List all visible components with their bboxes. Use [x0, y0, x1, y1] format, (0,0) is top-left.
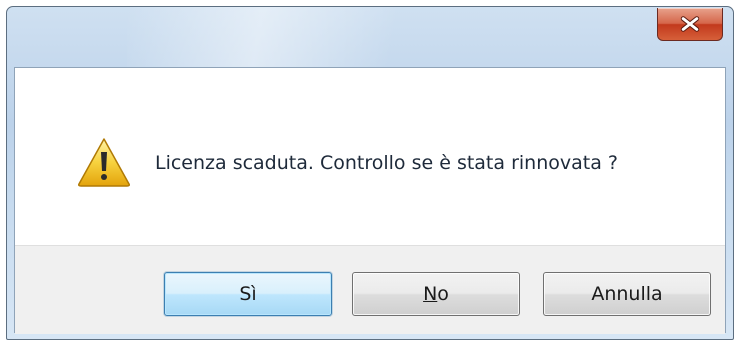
close-icon: [680, 16, 700, 32]
dialog-content: Licenza scaduta. Controllo se è stata ri…: [14, 67, 726, 334]
no-mnemonic: N: [423, 283, 438, 305]
message-area: Licenza scaduta. Controllo se è stata ri…: [15, 68, 725, 245]
yes-button[interactable]: Sì: [164, 272, 332, 316]
no-label-rest: o: [437, 283, 449, 305]
dialog-window: Licenza scaduta. Controllo se è stata ri…: [6, 6, 734, 340]
no-button[interactable]: No: [352, 272, 520, 316]
close-button[interactable]: [657, 8, 723, 41]
warning-icon: [78, 138, 130, 187]
titlebar[interactable]: [7, 7, 733, 68]
cancel-button[interactable]: Annulla: [543, 272, 711, 316]
button-bar: Sì No Annulla: [15, 245, 725, 334]
message-text: Licenza scaduta. Controllo se è stata ri…: [155, 152, 618, 174]
